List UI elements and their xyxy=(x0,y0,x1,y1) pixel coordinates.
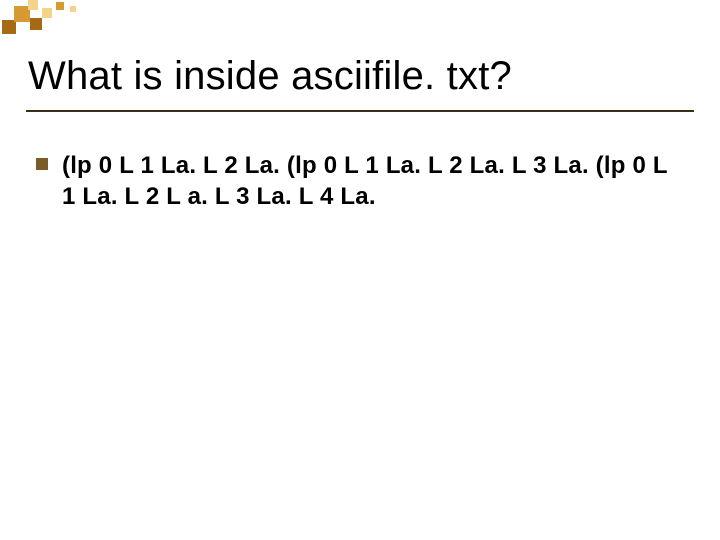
title-underline xyxy=(26,110,694,112)
body-content: (lp 0 L 1 La. L 2 La. (lp 0 L 1 La. L 2 … xyxy=(36,150,686,212)
slide-title: What is inside asciifile. txt? xyxy=(28,54,512,99)
bullet-item: (lp 0 L 1 La. L 2 La. (lp 0 L 1 La. L 2 … xyxy=(36,150,686,212)
bullet-square-icon xyxy=(36,158,48,170)
header-decoration xyxy=(0,0,720,36)
bullet-text: (lp 0 L 1 La. L 2 La. (lp 0 L 1 La. L 2 … xyxy=(62,150,686,212)
